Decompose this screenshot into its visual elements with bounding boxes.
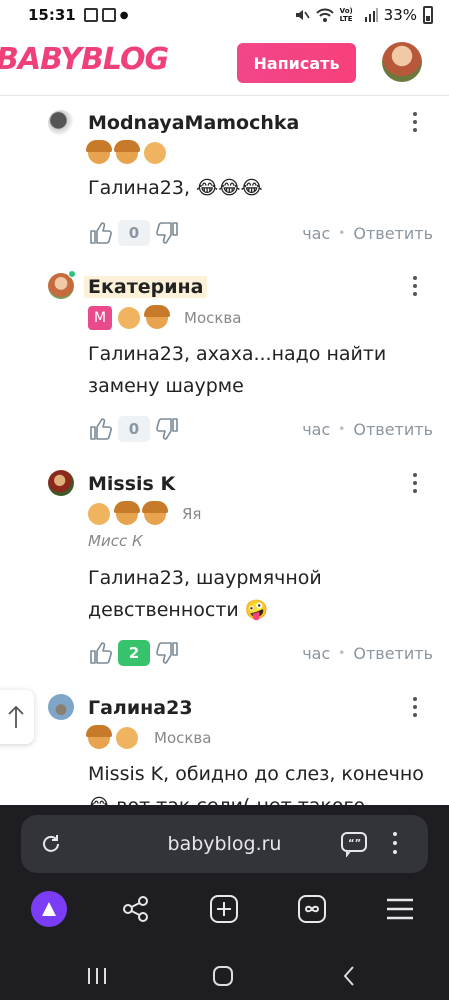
wifi-icon bbox=[315, 8, 334, 22]
boy-badge-icon bbox=[118, 307, 140, 329]
user-location: Москва bbox=[184, 309, 242, 327]
user-badges: Яя bbox=[88, 501, 202, 525]
site-logo[interactable]: BABYBLOG bbox=[0, 42, 169, 77]
boy-badge-icon bbox=[88, 503, 110, 525]
arrow-up-icon bbox=[8, 705, 24, 728]
back-icon[interactable] bbox=[329, 958, 369, 994]
mother-badge: M bbox=[88, 306, 112, 330]
hamburger-icon[interactable] bbox=[380, 887, 420, 931]
girl-badge-icon bbox=[114, 140, 140, 164]
new-tab-icon[interactable] bbox=[204, 887, 244, 931]
user-location: Яя bbox=[182, 505, 202, 523]
like-count: 2 bbox=[118, 640, 150, 666]
user-badges: M Москва bbox=[88, 305, 242, 330]
comment-actions: 0 час • Ответить bbox=[88, 218, 433, 248]
thumbs-up-icon[interactable] bbox=[88, 220, 114, 246]
address-bar[interactable]: babyblog.ru “” bbox=[21, 815, 428, 873]
comment-text: Галина23, 😂😂😂 bbox=[88, 172, 428, 204]
separator-dot: • bbox=[338, 422, 346, 436]
comment-text: Галина23, ахаха...надо найти замену шаур… bbox=[88, 338, 428, 402]
browser-bar: babyblog.ru “” bbox=[0, 805, 449, 950]
browser-toolbar bbox=[0, 887, 449, 935]
user-avatar[interactable] bbox=[382, 42, 422, 82]
comment-text: Галина23, шаурмячной девственности 🤪 bbox=[88, 562, 428, 626]
boy-badge-icon bbox=[116, 727, 138, 749]
comment-author[interactable]: Галина23 bbox=[88, 697, 193, 719]
thumbs-up-icon[interactable] bbox=[88, 416, 114, 442]
separator-dot: • bbox=[338, 646, 346, 660]
user-status: Мисс К bbox=[88, 532, 143, 550]
comment-menu-icon[interactable] bbox=[412, 473, 418, 493]
kebab-icon[interactable] bbox=[393, 832, 397, 854]
home-icon[interactable] bbox=[203, 958, 243, 994]
online-indicator bbox=[68, 270, 76, 278]
reply-button[interactable]: Ответить bbox=[353, 644, 433, 663]
comment-time: час bbox=[302, 643, 331, 663]
girl-badge-icon bbox=[86, 725, 112, 749]
tabs-icon[interactable] bbox=[292, 887, 332, 931]
dot-icon: ● bbox=[119, 9, 129, 21]
reply-button[interactable]: Ответить bbox=[353, 224, 433, 243]
recent-apps-icon[interactable] bbox=[77, 958, 117, 994]
girl-badge-icon bbox=[144, 305, 170, 329]
signal-icon bbox=[364, 8, 378, 22]
battery-icon bbox=[423, 6, 433, 24]
thumbs-down-icon[interactable] bbox=[154, 640, 180, 666]
reply-button[interactable]: Ответить bbox=[353, 420, 433, 439]
comment-menu-icon[interactable] bbox=[412, 112, 418, 132]
system-nav-bar bbox=[0, 950, 449, 1000]
status-time: 15:31 bbox=[28, 6, 76, 24]
reply-to[interactable]: Missis K bbox=[88, 763, 163, 785]
battery-percent: 33% bbox=[383, 6, 417, 24]
site-header: BABYBLOG Написать bbox=[0, 30, 449, 96]
write-button[interactable]: Написать bbox=[237, 43, 356, 83]
thumbs-down-icon[interactable] bbox=[154, 416, 180, 442]
comment-actions: 2 час • Ответить bbox=[88, 638, 433, 668]
comment-menu-icon[interactable] bbox=[412, 276, 418, 296]
alice-icon[interactable] bbox=[29, 887, 69, 931]
reply-to[interactable]: Галина23 bbox=[88, 343, 184, 365]
girl-badge-icon bbox=[142, 501, 168, 525]
avatar[interactable] bbox=[48, 694, 74, 720]
comment-time: час bbox=[302, 223, 331, 243]
lte-label: Vo) LTE bbox=[339, 7, 353, 23]
comment-author[interactable]: ModnayaMamochka bbox=[88, 112, 299, 134]
thumbs-down-icon[interactable] bbox=[154, 220, 180, 246]
avatar[interactable] bbox=[48, 470, 74, 496]
comment-author[interactable]: Екатерина bbox=[84, 276, 208, 298]
comment-author[interactable]: Missis K bbox=[88, 473, 175, 495]
notification-icon bbox=[83, 8, 98, 22]
girl-badge-icon bbox=[114, 501, 140, 525]
share-icon[interactable] bbox=[116, 887, 156, 931]
comment-body: , 😂😂😂 bbox=[183, 177, 263, 199]
comment-menu-icon[interactable] bbox=[412, 697, 418, 717]
comment-time: час bbox=[302, 419, 331, 439]
user-badges bbox=[86, 140, 166, 164]
like-count: 0 bbox=[118, 220, 150, 246]
reply-to[interactable]: Галина23 bbox=[88, 567, 184, 589]
separator-dot: • bbox=[338, 226, 346, 240]
thumbs-up-icon[interactable] bbox=[88, 640, 114, 666]
boy-badge-icon bbox=[144, 142, 166, 164]
reader-mode-icon[interactable]: “” bbox=[340, 831, 368, 861]
svg-text:“”: “” bbox=[348, 838, 361, 849]
status-bar: 15:31 ● Vo) LTE 33% bbox=[0, 0, 449, 30]
scroll-up-button[interactable] bbox=[0, 690, 34, 744]
gallery-icon bbox=[101, 8, 116, 22]
avatar[interactable] bbox=[48, 110, 74, 136]
comment-actions: 0 час • Ответить bbox=[88, 414, 433, 444]
user-badges: Москва bbox=[86, 725, 212, 749]
reply-to[interactable]: Галина23 bbox=[88, 177, 184, 199]
user-location: Москва bbox=[154, 729, 212, 747]
mute-icon bbox=[295, 10, 310, 20]
like-count: 0 bbox=[118, 416, 150, 442]
girl-badge-icon bbox=[86, 140, 112, 164]
